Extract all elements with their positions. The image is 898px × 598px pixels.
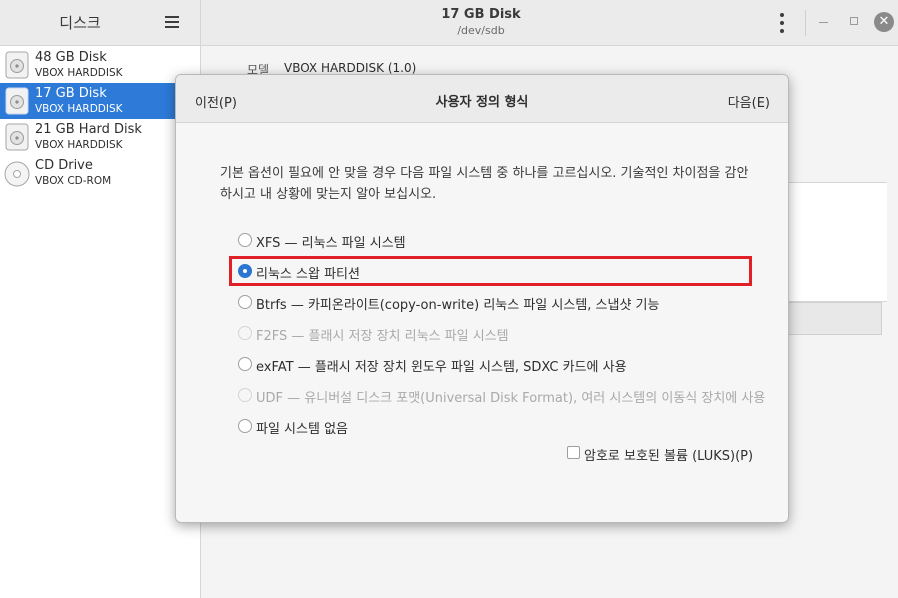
hard-disk-icon: [5, 51, 29, 79]
option-label: exFAT — 플래시 저장 장치 윈도우 파일 시스템, SDXC 카드에 사…: [256, 360, 627, 375]
model-value: VBOX HARDDISK (1.0): [284, 61, 417, 75]
hard-disk-icon: [5, 87, 29, 115]
option-label: 리눅스 스왑 파티션: [256, 267, 360, 282]
format-dialog: 이전(P) 사용자 정의 형식 다음(E) 기본 옵션이 필요에 안 맞을 경우…: [175, 74, 789, 523]
disk-title: 17 GB Disk: [441, 7, 521, 22]
device-path: /dev/sdb: [457, 24, 505, 37]
sidebar-item-cd-drive[interactable]: CD Drive VBOX CD-ROM: [0, 155, 200, 191]
close-icon[interactable]: ✕: [874, 12, 894, 32]
sidebar-header: 디스크: [0, 0, 200, 46]
minimize-icon[interactable]: [819, 22, 828, 23]
disk-name: 17 GB Disk: [35, 86, 107, 101]
disk-name: 48 GB Disk: [35, 50, 107, 65]
radio-button-checked[interactable]: [238, 264, 252, 278]
option-label: UDF — 유니버설 디스크 포맷(Universal Disk Format)…: [256, 391, 766, 406]
dialog-header: 이전(P) 사용자 정의 형식 다음(E): [176, 75, 788, 123]
maximize-icon[interactable]: [850, 17, 858, 25]
hamburger-menu-icon[interactable]: [162, 14, 186, 32]
radio-button[interactable]: [238, 233, 252, 247]
sidebar: 디스크 48 GB Disk VBOX HARDDISK 17 GB Disk …: [0, 0, 201, 598]
sidebar-item-48gb-disk[interactable]: 48 GB Disk VBOX HARDDISK: [0, 47, 200, 83]
dialog-description: 기본 옵션이 필요에 안 맞을 경우 다음 파일 시스템 중 하나를 고르십시오…: [220, 166, 749, 202]
option-label: F2FS — 플래시 저장 장치 리눅스 파일 시스템: [256, 329, 509, 344]
hard-disk-icon: [5, 123, 29, 151]
radio-button-disabled: [238, 388, 252, 402]
radio-button[interactable]: [238, 419, 252, 433]
optical-disc-icon: [4, 161, 30, 187]
disk-name: 21 GB Hard Disk: [35, 122, 142, 137]
option-label: XFS — 리눅스 파일 시스템: [256, 236, 406, 251]
option-label: Btrfs — 카피온라이트(copy-on-write) 리눅스 파일 시스템…: [256, 298, 660, 313]
option-label: 파일 시스템 없음: [256, 422, 348, 437]
disk-model: VBOX HARDDISK: [35, 103, 123, 115]
luks-checkbox[interactable]: [567, 446, 580, 459]
header-divider: [805, 10, 806, 36]
radio-button[interactable]: [238, 295, 252, 309]
sidebar-item-17gb-disk[interactable]: 17 GB Disk VBOX HARDDISK: [0, 83, 200, 119]
disk-model: VBOX HARDDISK: [35, 67, 123, 79]
main-header: 17 GB Disk /dev/sdb ✕: [201, 0, 898, 46]
volumes-panel: [787, 182, 887, 302]
disk-model: VBOX CD-ROM: [35, 175, 112, 187]
radio-button-disabled: [238, 326, 252, 340]
next-button[interactable]: 다음(E): [728, 92, 770, 111]
disk-model: VBOX HARDDISK: [35, 139, 123, 151]
disk-name: CD Drive: [35, 158, 93, 173]
sidebar-title: 디스크: [59, 14, 101, 32]
dialog-title: 사용자 정의 형식: [435, 95, 529, 110]
more-options-icon[interactable]: [778, 13, 786, 33]
radio-button[interactable]: [238, 357, 252, 371]
sidebar-item-21gb-hard-disk[interactable]: 21 GB Hard Disk VBOX HARDDISK: [0, 119, 200, 155]
luks-label: 암호로 보호된 볼륨 (LUKS)(P): [584, 449, 754, 464]
volume-toolbar: [787, 302, 882, 335]
